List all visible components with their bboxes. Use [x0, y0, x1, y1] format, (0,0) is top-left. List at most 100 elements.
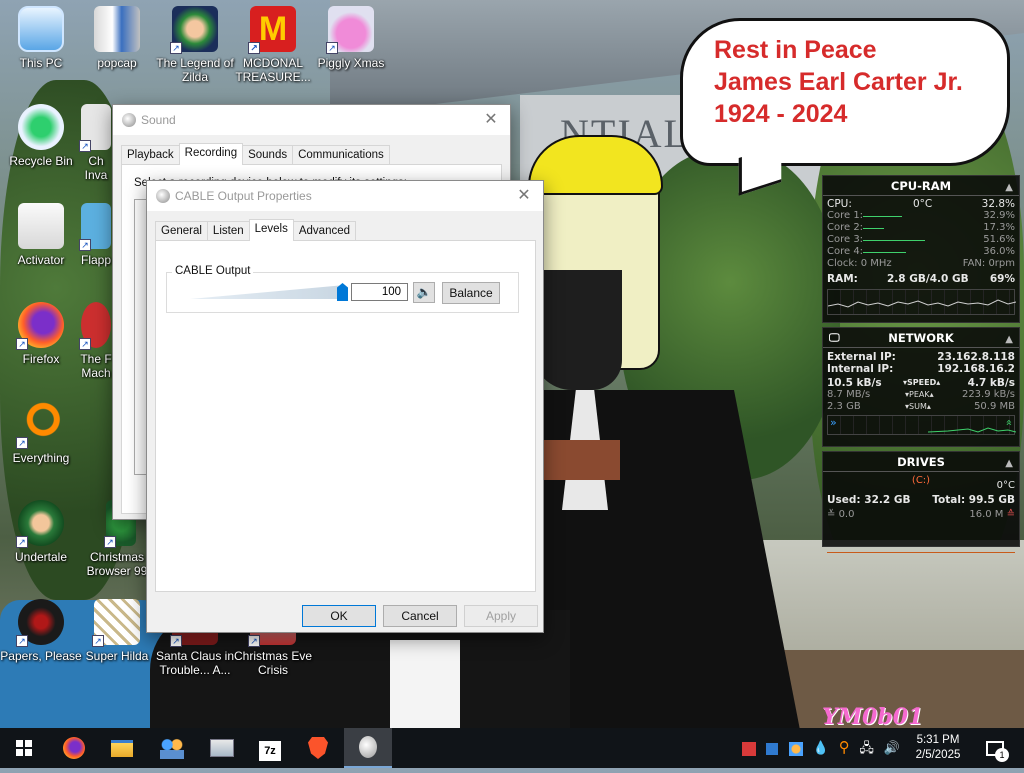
shortcut-arrow-icon: ↗ [16, 437, 28, 449]
sum-down: 2.3 GB [827, 401, 861, 412]
undertale-icon: ↗ [16, 500, 64, 548]
peak-down: 8.7 MB/s [827, 389, 871, 400]
peak-row: 8.7 MB/s ▾PEAK▴ 223.9 kB/s [827, 389, 1015, 400]
search-icon[interactable]: ⚲ [839, 739, 850, 756]
internal-ip-row: Internal IP: 192.168.16.2 [823, 363, 1019, 375]
external-ip-row: External IP: 23.162.8.118 [823, 351, 1019, 363]
apply-button[interactable]: Apply [464, 605, 538, 627]
tab-general[interactable]: General [155, 221, 208, 241]
speed-row: 10.5 kB/s ▾SPEED▴ 4.7 kB/s [827, 377, 1015, 389]
tab-sounds[interactable]: Sounds [242, 145, 294, 165]
network-icon[interactable]: 🖧 [859, 740, 874, 755]
drive-usage-row: Used: 32.2 GB Total: 99.5 GB [823, 494, 1019, 506]
read-arrows-icon: ≚ [827, 509, 839, 520]
alert-icon[interactable] [742, 741, 756, 756]
tab-listen[interactable]: Listen [206, 221, 250, 241]
desktop-icon-label: Christmas Eve Crisis [233, 649, 313, 677]
desktop-icon-label: Undertale [14, 550, 68, 564]
tab-levels[interactable]: Levels [248, 219, 294, 241]
notification-count: 1 [995, 748, 1009, 762]
desktop-icon-legend-of-zilda[interactable]: ↗ The Legend of Zilda [154, 6, 236, 84]
wallpaper-signature: YM0b01 [822, 704, 924, 730]
people-icon[interactable] [789, 741, 804, 756]
desktop-icon-flapp[interactable]: ↗ Flapp [76, 203, 116, 267]
level-value-input[interactable]: 100 [351, 283, 408, 301]
desktop-icon-popcap[interactable]: popcap [76, 6, 158, 70]
firefox-icon [63, 737, 85, 759]
close-icon[interactable]: ✕ [480, 109, 502, 131]
desktop-icon-label: The F Mach [80, 352, 112, 380]
drives-gadget: DRIVES ▲ (C:) 0°C Used: 32.2 GB Total: 99.… [822, 451, 1020, 553]
ram-value: 2.8 GB/4.0 GB [887, 273, 969, 285]
shortcut-arrow-icon: ↗ [326, 42, 338, 54]
cpu-row: CPU: 0°C 32.8% [823, 198, 1019, 210]
ram-label: RAM: [827, 273, 858, 285]
taskbar-7zip[interactable]: 7z [246, 728, 294, 768]
start-button[interactable] [0, 728, 48, 768]
speed-up: 4.7 kB/s [967, 377, 1015, 389]
network-header: 🖵 NETWORK ▲ [823, 328, 1019, 348]
ok-button[interactable]: OK [302, 605, 376, 627]
cancel-button[interactable]: Cancel [383, 605, 457, 627]
desktop-icon-mcdonal-treasure[interactable]: M ↗ MCDONAL TREASURE... [232, 6, 314, 84]
drop-icon[interactable]: 💧 [813, 740, 829, 755]
desktop-icon-recycle-bin[interactable]: Recycle Bin [0, 104, 82, 168]
taskbar-file-explorer[interactable] [98, 728, 146, 768]
desktop-icon-activator[interactable]: Activator [0, 203, 82, 267]
drive-write: 16.0 M [969, 509, 1004, 520]
collapse-icon[interactable]: ▲ [1005, 330, 1013, 350]
tab-recording[interactable]: Recording [178, 143, 244, 165]
papers-please-icon: ↗ [16, 599, 64, 647]
shortcut-arrow-icon: ↗ [79, 140, 91, 152]
desktop-icon-everything[interactable]: ↗ Everything [0, 401, 82, 465]
desktop-icon-papers-please[interactable]: ↗ Papers, Please [0, 599, 82, 663]
mute-speaker-button[interactable]: 🔈 [413, 282, 435, 303]
properties-titlebar[interactable]: CABLE Output Properties ✕ [147, 181, 543, 211]
tab-advanced[interactable]: Advanced [292, 221, 357, 241]
monitor-icon[interactable] [765, 742, 778, 755]
speaker-icon [156, 189, 170, 203]
speed-label: SPEED [907, 378, 937, 387]
taskbar-people-app[interactable] [148, 728, 196, 768]
clock-row: Clock: 0 MHz FAN: 0rpm [823, 258, 1019, 270]
core-value: 32.9% [983, 210, 1015, 221]
sound-window-titlebar[interactable]: Sound ✕ [113, 105, 510, 135]
desktop-icon-ch-inva[interactable]: ↗ Ch Inva [76, 104, 116, 182]
desktop-icon-piggly-xmas[interactable]: ↗ Piggly Xmas [310, 6, 392, 70]
desktop-icon-label: Firefox [22, 352, 60, 366]
close-icon[interactable]: ✕ [513, 185, 535, 207]
collapse-icon[interactable]: ▲ [1005, 454, 1013, 474]
recycle-bin-icon [18, 104, 64, 150]
folder-icon [94, 6, 140, 52]
bubble-line: James Earl Carter Jr. [714, 68, 963, 96]
ram-percent: 69% [989, 273, 1015, 285]
figure-shirt [390, 640, 460, 730]
desktop-icon-the-f-mach[interactable]: ↗ The F Mach [76, 302, 116, 380]
taskbar-sound-settings[interactable] [344, 728, 392, 768]
speech-bubble-text: Rest in Peace James Earl Carter Jr. 1924… [714, 34, 963, 130]
core-usage-bar [863, 240, 925, 241]
shortcut-arrow-icon: ↗ [79, 338, 91, 350]
taskbar-network-app[interactable] [198, 728, 246, 768]
tab-communications[interactable]: Communications [292, 145, 390, 165]
network-graph: » » [827, 415, 1016, 435]
monitor-icon: 🖵 [829, 331, 840, 344]
game-icon: ↗ [170, 6, 218, 54]
ram-graph-line [828, 299, 1016, 308]
desktop-icon-firefox[interactable]: ↗ Firefox [0, 302, 82, 366]
core-label: Core 1: [827, 210, 864, 221]
internal-ip-label: Internal IP: [827, 363, 894, 375]
collapse-icon[interactable]: ▲ [1005, 178, 1013, 198]
desktop-icon-undertale[interactable]: ↗ Undertale [0, 500, 82, 564]
tab-playback[interactable]: Playback [121, 145, 180, 165]
volume-icon[interactable]: 🔊 [883, 740, 899, 755]
notification-center-button[interactable]: 1 [980, 728, 1010, 768]
notification-icon: 1 [986, 741, 1009, 762]
desktop-icon-label: Super Hilda [85, 649, 149, 663]
taskbar-brave[interactable] [294, 728, 342, 768]
taskbar-firefox[interactable] [50, 728, 98, 768]
balance-button[interactable]: Balance [442, 282, 500, 304]
desktop-icon-this-pc[interactable]: This PC [0, 6, 82, 70]
clock[interactable]: 5:31 PM 2/5/2025 [912, 728, 964, 768]
core-label: Core 3: [827, 234, 864, 245]
